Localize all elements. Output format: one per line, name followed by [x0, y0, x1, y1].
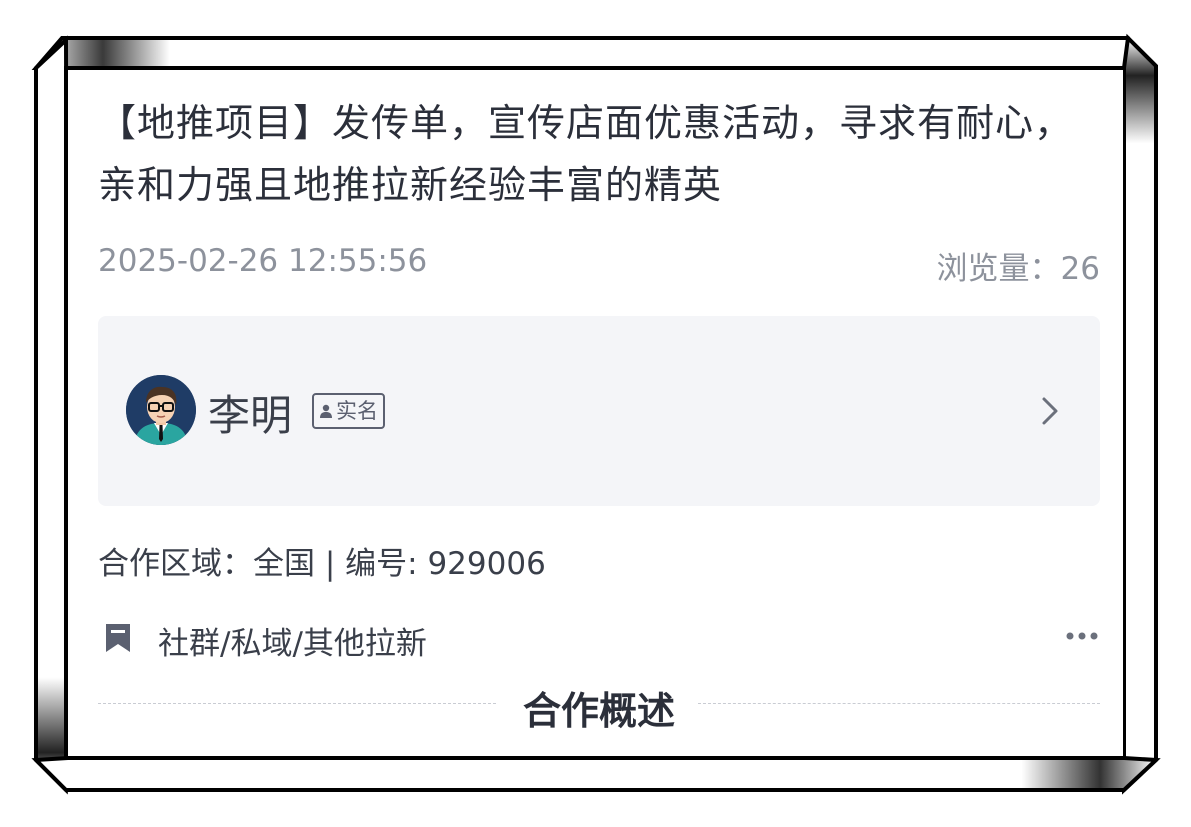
- cooperation-info: 合作区域：全国 | 编号: 929006: [98, 546, 546, 582]
- avatar-glasses-man-icon: [126, 375, 196, 445]
- avatar[interactable]: [126, 375, 196, 445]
- section-title: 合作概述: [522, 689, 675, 733]
- person-icon: [320, 404, 332, 418]
- author-name[interactable]: 李明: [208, 382, 292, 443]
- author-card[interactable]: 李明 实名: [98, 316, 1100, 506]
- post-card: 【地推项目】发传单，宣传店面优惠活动，寻求有耐心，亲和力强且地推拉新经验丰富的精…: [68, 70, 1123, 756]
- post-timestamp: 2025-02-26 12:55:56: [98, 243, 428, 279]
- view-count: 浏览量：26: [936, 251, 1100, 287]
- verified-badge: 实名: [312, 393, 385, 429]
- category-row: 社群/私域/其他拉新: [104, 618, 1100, 662]
- screenshot-stage: 【地推项目】发传单，宣传店面优惠活动，寻求有耐心，亲和力强且地推拉新经验丰富的精…: [0, 0, 1191, 827]
- chevron-right-icon[interactable]: [1038, 394, 1062, 428]
- section-header: 合作概述: [98, 678, 1100, 733]
- bookmark-icon: [106, 624, 130, 652]
- post-title: 【地推项目】发传单，宣传店面优惠活动，寻求有耐心，亲和力强且地推拉新经验丰富的精…: [98, 101, 1074, 207]
- more-horizontal-icon[interactable]: [1064, 624, 1100, 648]
- post-meta-row: 2025-02-26 12:55:56 浏览量：26: [98, 243, 1100, 287]
- verified-label: 实名: [336, 399, 378, 423]
- category-tag: 社群/私域/其他拉新: [158, 626, 427, 662]
